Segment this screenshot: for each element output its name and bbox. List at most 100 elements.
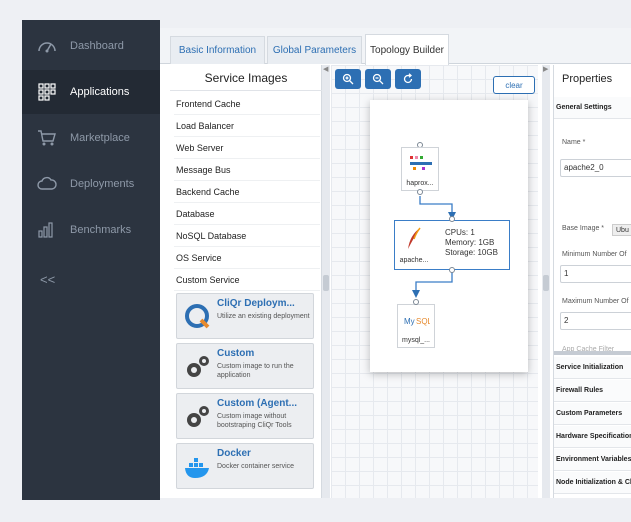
nav-applications[interactable]: Applications [22,70,160,114]
collapse-right-icon[interactable]: ▶ [543,65,548,73]
section-general-settings[interactable]: General Settings [554,97,631,119]
applications-icon [36,83,58,101]
category-nosql-database[interactable]: NoSQL Database [174,225,320,247]
category-backend-cache[interactable]: Backend Cache [174,181,320,203]
properties-panel: Properties General Settings Name * apach… [553,65,631,498]
node-cpus: CPUs: 1 [445,228,475,237]
tab-global-parameters[interactable]: Global Parameters [267,36,362,64]
node-spec-info: CPUs: 1 Memory: 1GB Storage: 10GB [445,228,498,258]
category-custom-service[interactable]: Custom Service [174,269,320,291]
cloud-icon [36,175,58,193]
base-image-select[interactable]: Ubu [612,224,631,236]
main-panel: Basic Information Global Parameters Topo… [160,28,631,498]
service-card-custom[interactable]: Custom Custom image to run the applicati… [176,343,314,389]
splitter-grip-icon[interactable] [323,275,329,291]
zoom-in-button[interactable] [335,69,361,89]
category-database[interactable]: Database [174,203,320,225]
left-splitter[interactable]: ◀ [322,65,330,498]
card-description: Custom image to run the application [217,363,294,379]
node-port[interactable] [449,267,455,273]
node-port[interactable] [413,299,419,305]
mysql-logo-icon: My SQL [404,317,430,326]
service-images-panel: Service Images Frontend Cache Load Balan… [170,65,322,498]
nav-benchmarks[interactable]: Benchmarks [22,208,160,252]
node-port[interactable] [449,216,455,222]
name-input[interactable]: apache2_0 [560,159,631,177]
collapse-sidebar-button[interactable]: << [40,272,55,287]
category-os-service[interactable]: OS Service [174,247,320,269]
nav-dashboard-label: Dashboard [70,40,124,52]
nav-marketplace-label: Marketplace [70,132,130,144]
gears-icon [183,352,213,382]
properties-title: Properties [562,73,613,85]
properties-scrollbar[interactable] [554,351,631,355]
clear-button[interactable]: clear [493,76,535,94]
tab-topology-builder[interactable]: Topology Builder [365,34,449,65]
node-memory: Memory: 1GB [445,238,495,247]
sidebar: Dashboard Applications Marketplace Deplo… [22,20,160,500]
selected-node-box[interactable]: apache... CPUs: 1 Memory: 1GB Storage: 1… [394,220,510,270]
card-description: Docker container service [217,463,295,470]
node-port[interactable] [417,189,423,195]
node-label: mysql_... [401,337,430,344]
docker-icon [183,452,213,482]
category-web-server[interactable]: Web Server [174,137,320,159]
cart-icon [36,129,58,147]
chart-icon [36,221,58,239]
section-node-initialization[interactable]: Node Initialization & Cl [554,472,631,494]
node-label: haprox... [406,180,434,187]
splitter-grip-icon[interactable] [543,275,549,291]
card-description: Utilize an existing deployment [217,313,310,320]
svg-text:SQL: SQL [416,317,430,326]
card-title: CliQr Deploym... [217,298,295,309]
card-description: Custom image without bootstraping CliQr … [217,413,292,429]
category-message-bus[interactable]: Message Bus [174,159,320,181]
category-load-balancer[interactable]: Load Balancer [174,115,320,137]
dashboard-icon [36,37,58,55]
tab-bar: Basic Information Global Parameters Topo… [160,28,631,65]
section-service-initialization[interactable]: Service Initialization [554,357,631,379]
tab-basic-information[interactable]: Basic Information [170,36,265,64]
nav-deployments[interactable]: Deployments [22,162,160,206]
gears-icon [183,402,213,432]
topology-sheet[interactable]: haprox... apache... CPUs: 1 Memory: 1GB … [370,100,528,372]
canvas-node-haproxy[interactable]: haprox... [401,147,439,191]
category-frontend-cache[interactable]: Frontend Cache [174,93,320,115]
section-environment-variables[interactable]: Environment Variables [554,449,631,471]
zoom-out-button[interactable] [365,69,391,89]
refresh-icon [403,73,413,84]
nav-dashboard[interactable]: Dashboard [22,24,160,68]
base-image-label: Base Image * [562,225,605,232]
zoom-in-icon [342,73,354,85]
topology-canvas[interactable]: clear haprox... apache... CPUs: 1 Memory… [331,65,538,498]
section-hardware-specification[interactable]: Hardware Specification [554,426,631,448]
haproxy-logo-icon [410,156,432,170]
section-custom-parameters[interactable]: Custom Parameters [554,403,631,425]
cliqr-icon [183,302,213,332]
section-firewall-rules[interactable]: Firewall Rules [554,380,631,402]
app-frame: Dashboard Applications Marketplace Deplo… [0,0,631,522]
reset-button[interactable] [395,69,421,89]
service-images-title: Service Images [170,65,322,91]
svg-text:My: My [404,317,415,326]
service-card-custom-agentless[interactable]: Custom (Agent... Custom image without bo… [176,393,314,439]
service-card-docker[interactable]: Docker Docker container service [176,443,314,489]
canvas-node-apache[interactable]: apache... [395,223,433,267]
zoom-out-icon [372,73,384,85]
canvas-node-mysql[interactable]: My SQL mysql_... [397,304,435,348]
nav-deployments-label: Deployments [70,178,135,190]
apache-feather-icon [408,227,421,249]
nav-marketplace[interactable]: Marketplace [22,116,160,160]
right-splitter[interactable]: ▶ [542,65,550,498]
min-instances-input[interactable]: 1 [560,265,631,283]
node-label: apache... [399,257,429,264]
nav-benchmarks-label: Benchmarks [70,224,132,236]
name-label: Name * [562,139,586,146]
node-storage: Storage: 10GB [445,248,498,257]
card-title: Custom [217,348,255,359]
collapse-left-icon[interactable]: ◀ [323,65,328,73]
service-card-cliqr-deployment[interactable]: CliQr Deploym... Utilize an existing dep… [176,293,314,339]
max-instances-input[interactable]: 2 [560,312,631,330]
card-title: Docker [217,448,251,459]
max-instances-label: Maximum Number Of [562,298,629,305]
